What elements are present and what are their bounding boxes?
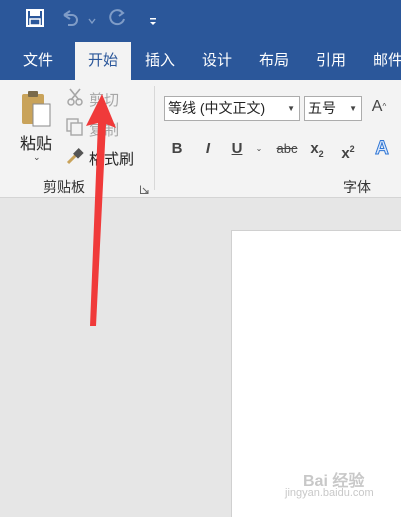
save-icon[interactable] — [26, 9, 44, 32]
copy-button[interactable]: 复制 — [89, 119, 119, 140]
superscript-2: 2 — [349, 144, 355, 154]
strikethrough-button[interactable]: abc — [274, 138, 300, 160]
font-name-combobox[interactable]: 等线 (中文正文) ▼ — [164, 96, 300, 121]
watermark: Bai 经验 jingyan.baidu.com — [285, 455, 395, 505]
bold-button[interactable]: B — [168, 138, 186, 160]
undo-dropdown-icon[interactable] — [88, 12, 96, 30]
watermark-url: jingyan.baidu.com — [285, 487, 374, 499]
grow-font-icon: A — [371, 98, 383, 115]
format-painter-icon — [66, 147, 84, 170]
font-size-combobox[interactable]: 五号 ▼ — [304, 96, 362, 121]
redo-icon[interactable] — [108, 9, 128, 32]
customize-qat-icon[interactable] — [148, 14, 158, 32]
tab-layout[interactable]: 布局 — [246, 42, 302, 80]
font-size-value: 五号 — [308, 100, 336, 116]
grow-font-button[interactable]: A^ — [370, 96, 388, 118]
quick-access-toolbar — [0, 0, 401, 42]
chevron-down-icon[interactable]: ▼ — [349, 97, 357, 120]
tab-insert[interactable]: 插入 — [132, 42, 188, 80]
underline-dropdown-icon[interactable]: ⌄ — [254, 138, 264, 160]
chevron-down-icon[interactable]: ▼ — [287, 97, 295, 120]
text-effects-button[interactable]: A — [372, 138, 392, 160]
ribbon-home: 粘贴 ⌄ 剪切 复制 格式刷 剪贴板 等线 (中文正文) ▼ 五号 ▼ A^ B… — [0, 80, 401, 198]
tab-mailings[interactable]: 邮件 — [360, 42, 401, 80]
format-painter-button[interactable]: 格式刷 — [89, 148, 134, 169]
italic-button[interactable]: I — [199, 138, 217, 160]
paste-button[interactable]: 粘贴 — [20, 130, 52, 154]
tab-home[interactable]: 开始 — [75, 42, 131, 82]
underline-button[interactable]: U — [228, 138, 246, 160]
font-group-label: 字体 — [343, 179, 371, 195]
group-separator — [154, 86, 155, 190]
subscript-x: x — [310, 140, 319, 157]
superscript-button[interactable]: x2 — [338, 138, 358, 162]
cut-button[interactable]: 剪切 — [89, 89, 119, 110]
ribbon-tabs: 文件 开始 插入 设计 布局 引用 邮件 — [0, 42, 401, 82]
tab-file[interactable]: 文件 — [10, 42, 66, 80]
copy-icon — [66, 118, 84, 141]
tab-design[interactable]: 设计 — [189, 42, 245, 80]
scissors-icon — [66, 88, 84, 111]
undo-icon[interactable] — [60, 9, 80, 32]
subscript-button[interactable]: x2 — [307, 138, 327, 160]
subscript-2: 2 — [318, 149, 324, 159]
tab-references[interactable]: 引用 — [303, 42, 359, 80]
superscript-x: x — [341, 145, 350, 162]
clipboard-group-label: 剪贴板 — [43, 179, 85, 195]
paste-dropdown-icon[interactable]: ⌄ — [33, 152, 41, 163]
paste-icon[interactable] — [20, 88, 52, 133]
font-name-value: 等线 (中文正文) — [168, 100, 266, 116]
dialog-launcher-icon[interactable] — [140, 181, 149, 194]
